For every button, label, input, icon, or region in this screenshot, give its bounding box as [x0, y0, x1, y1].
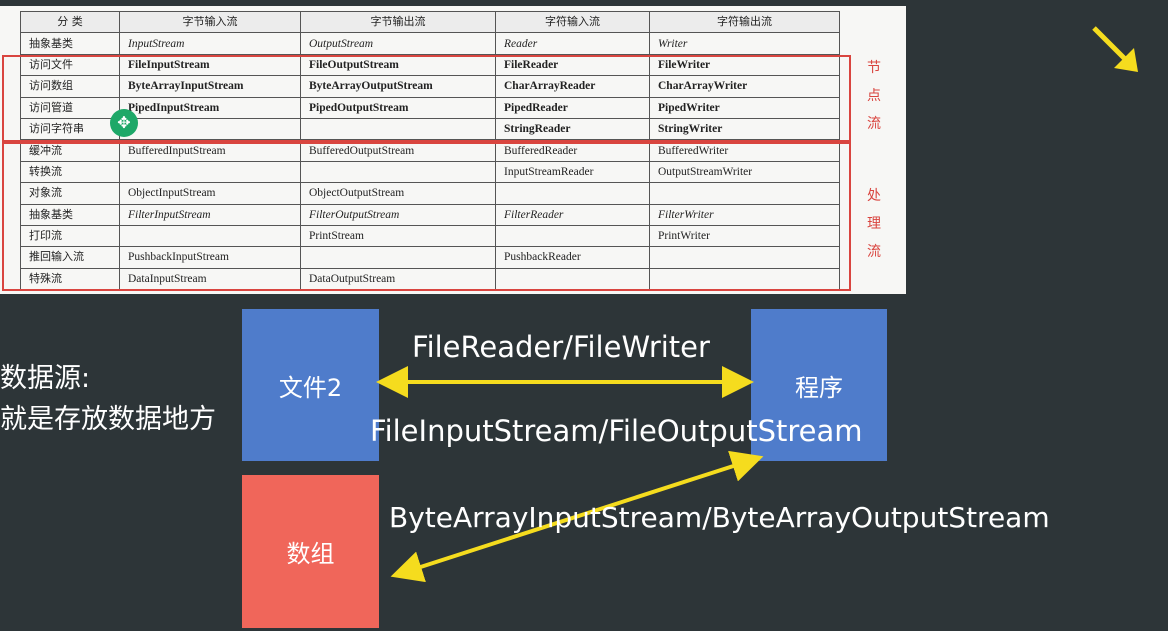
connection-arrows [376, 366, 764, 583]
file-stream-label: FileInputStream/FileOutputStream [370, 414, 863, 448]
byte-array-stream-label: ByteArrayInputStream/ByteArrayOutputStre… [389, 501, 1050, 534]
file-reader-writer-label: FileReader/FileWriter [412, 330, 710, 364]
